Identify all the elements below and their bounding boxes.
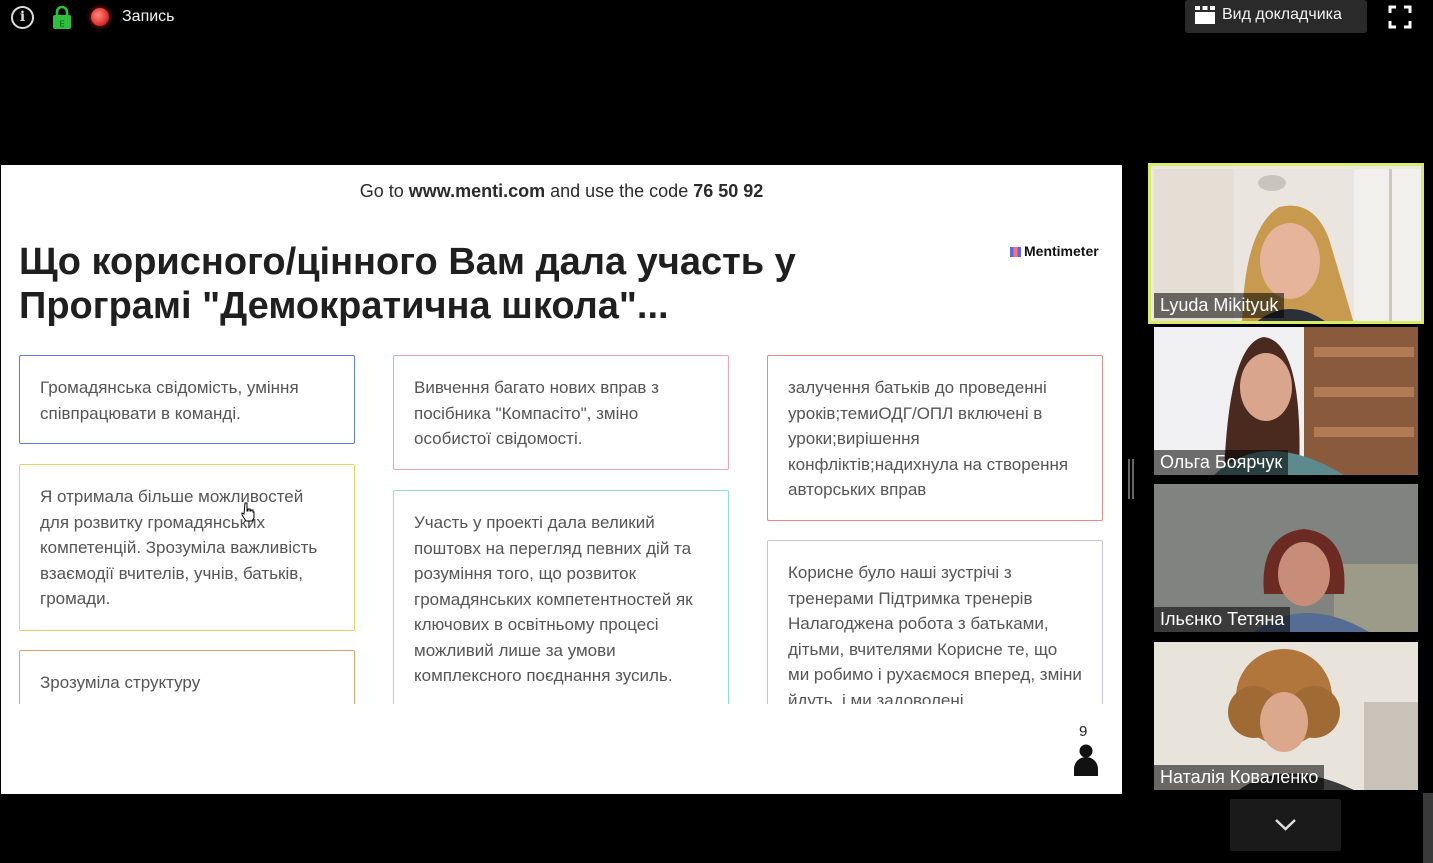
scroll-participants-down-button[interactable] [1230,799,1341,851]
participant-video-tile[interactable]: Наталія Коваленко [1154,642,1418,790]
response-text: Громадянська свідомість, уміння співпрац… [40,378,299,423]
join-url[interactable]: www.menti.com [409,181,545,201]
participant-video-tile[interactable]: Ольга Боярчук [1154,327,1418,475]
panel-resize-handle[interactable] [1128,459,1134,499]
record-indicator-icon[interactable] [91,8,109,26]
mentimeter-logo: Mentimeter [1010,243,1099,259]
response-card: Громадянська свідомість, уміння співпрац… [19,355,355,444]
question-title: Що корисного/цінного Вам дала участь у П… [19,241,796,327]
mentimeter-brand: Mentimeter [1024,243,1099,259]
join-code: 76 50 92 [693,181,764,201]
participant-name: Ольга Боярчук [1154,450,1289,475]
response-text: залучення батьків до проведенні уроків;т… [788,378,1069,499]
response-text: Корисне було наші зустрічі з тренерами П… [788,563,1082,704]
scrollbar[interactable] [1423,793,1433,863]
response-card: Вивчення багато нових вправ з посібника … [393,355,729,470]
response-card: Я отримала більше можливостей для розвит… [19,464,355,631]
participant-video-tile[interactable]: Ільєнко Тетяна [1154,484,1418,632]
lock-letter: E [59,20,64,29]
response-card: залучення батьків до проведенні уроків;т… [767,355,1103,521]
participant-count: 9 [1079,723,1088,740]
green-lock-icon[interactable]: E [52,5,72,30]
hand-cursor-icon [241,502,255,522]
participant-name: Ільєнко Тетяна [1154,607,1291,632]
response-text: Зрозуміла структуру [40,673,201,692]
response-text: Я отримала більше можливостей для розвит… [40,487,318,608]
speaker-view-button[interactable]: Вид докладчика [1185,0,1367,33]
responses-grid: Громадянська свідомість, уміння співпрац… [1,350,1122,704]
participant-name: Lyuda Mikityuk [1154,293,1285,318]
speaker-view-icon [1195,6,1215,24]
join-prefix: Go to [359,181,409,201]
participant-name: Наталія Коваленко [1154,765,1325,790]
participant-video-tile[interactable]: Lyuda Mikityuk [1148,163,1424,324]
response-text: Вивчення багато нових вправ з посібника … [414,378,659,448]
meeting-topbar: i E Запись Вид докладчика [0,0,1433,34]
response-card: Корисне було наші зустрічі з тренерами П… [767,540,1103,704]
join-middle: and use the code [545,181,694,201]
join-instructions: Go to www.menti.com and use the code 76 … [1,181,1122,202]
mentimeter-mark-icon [1010,247,1021,257]
response-card: Зрозуміла структуру [19,650,355,704]
record-label[interactable]: Запись [122,8,175,26]
info-icon[interactable]: i [11,6,34,29]
response-text: Участь у проекті дала великий поштовх на… [414,513,693,685]
response-card: Участь у проекті дала великий поштовх на… [393,490,729,704]
shared-screen-slide: Go to www.menti.com and use the code 76 … [1,165,1122,794]
person-icon [1074,744,1098,776]
chevron-down-icon [1275,819,1296,831]
speaker-view-label: Вид докладчика [1222,6,1342,23]
fullscreen-icon[interactable] [1388,5,1412,29]
